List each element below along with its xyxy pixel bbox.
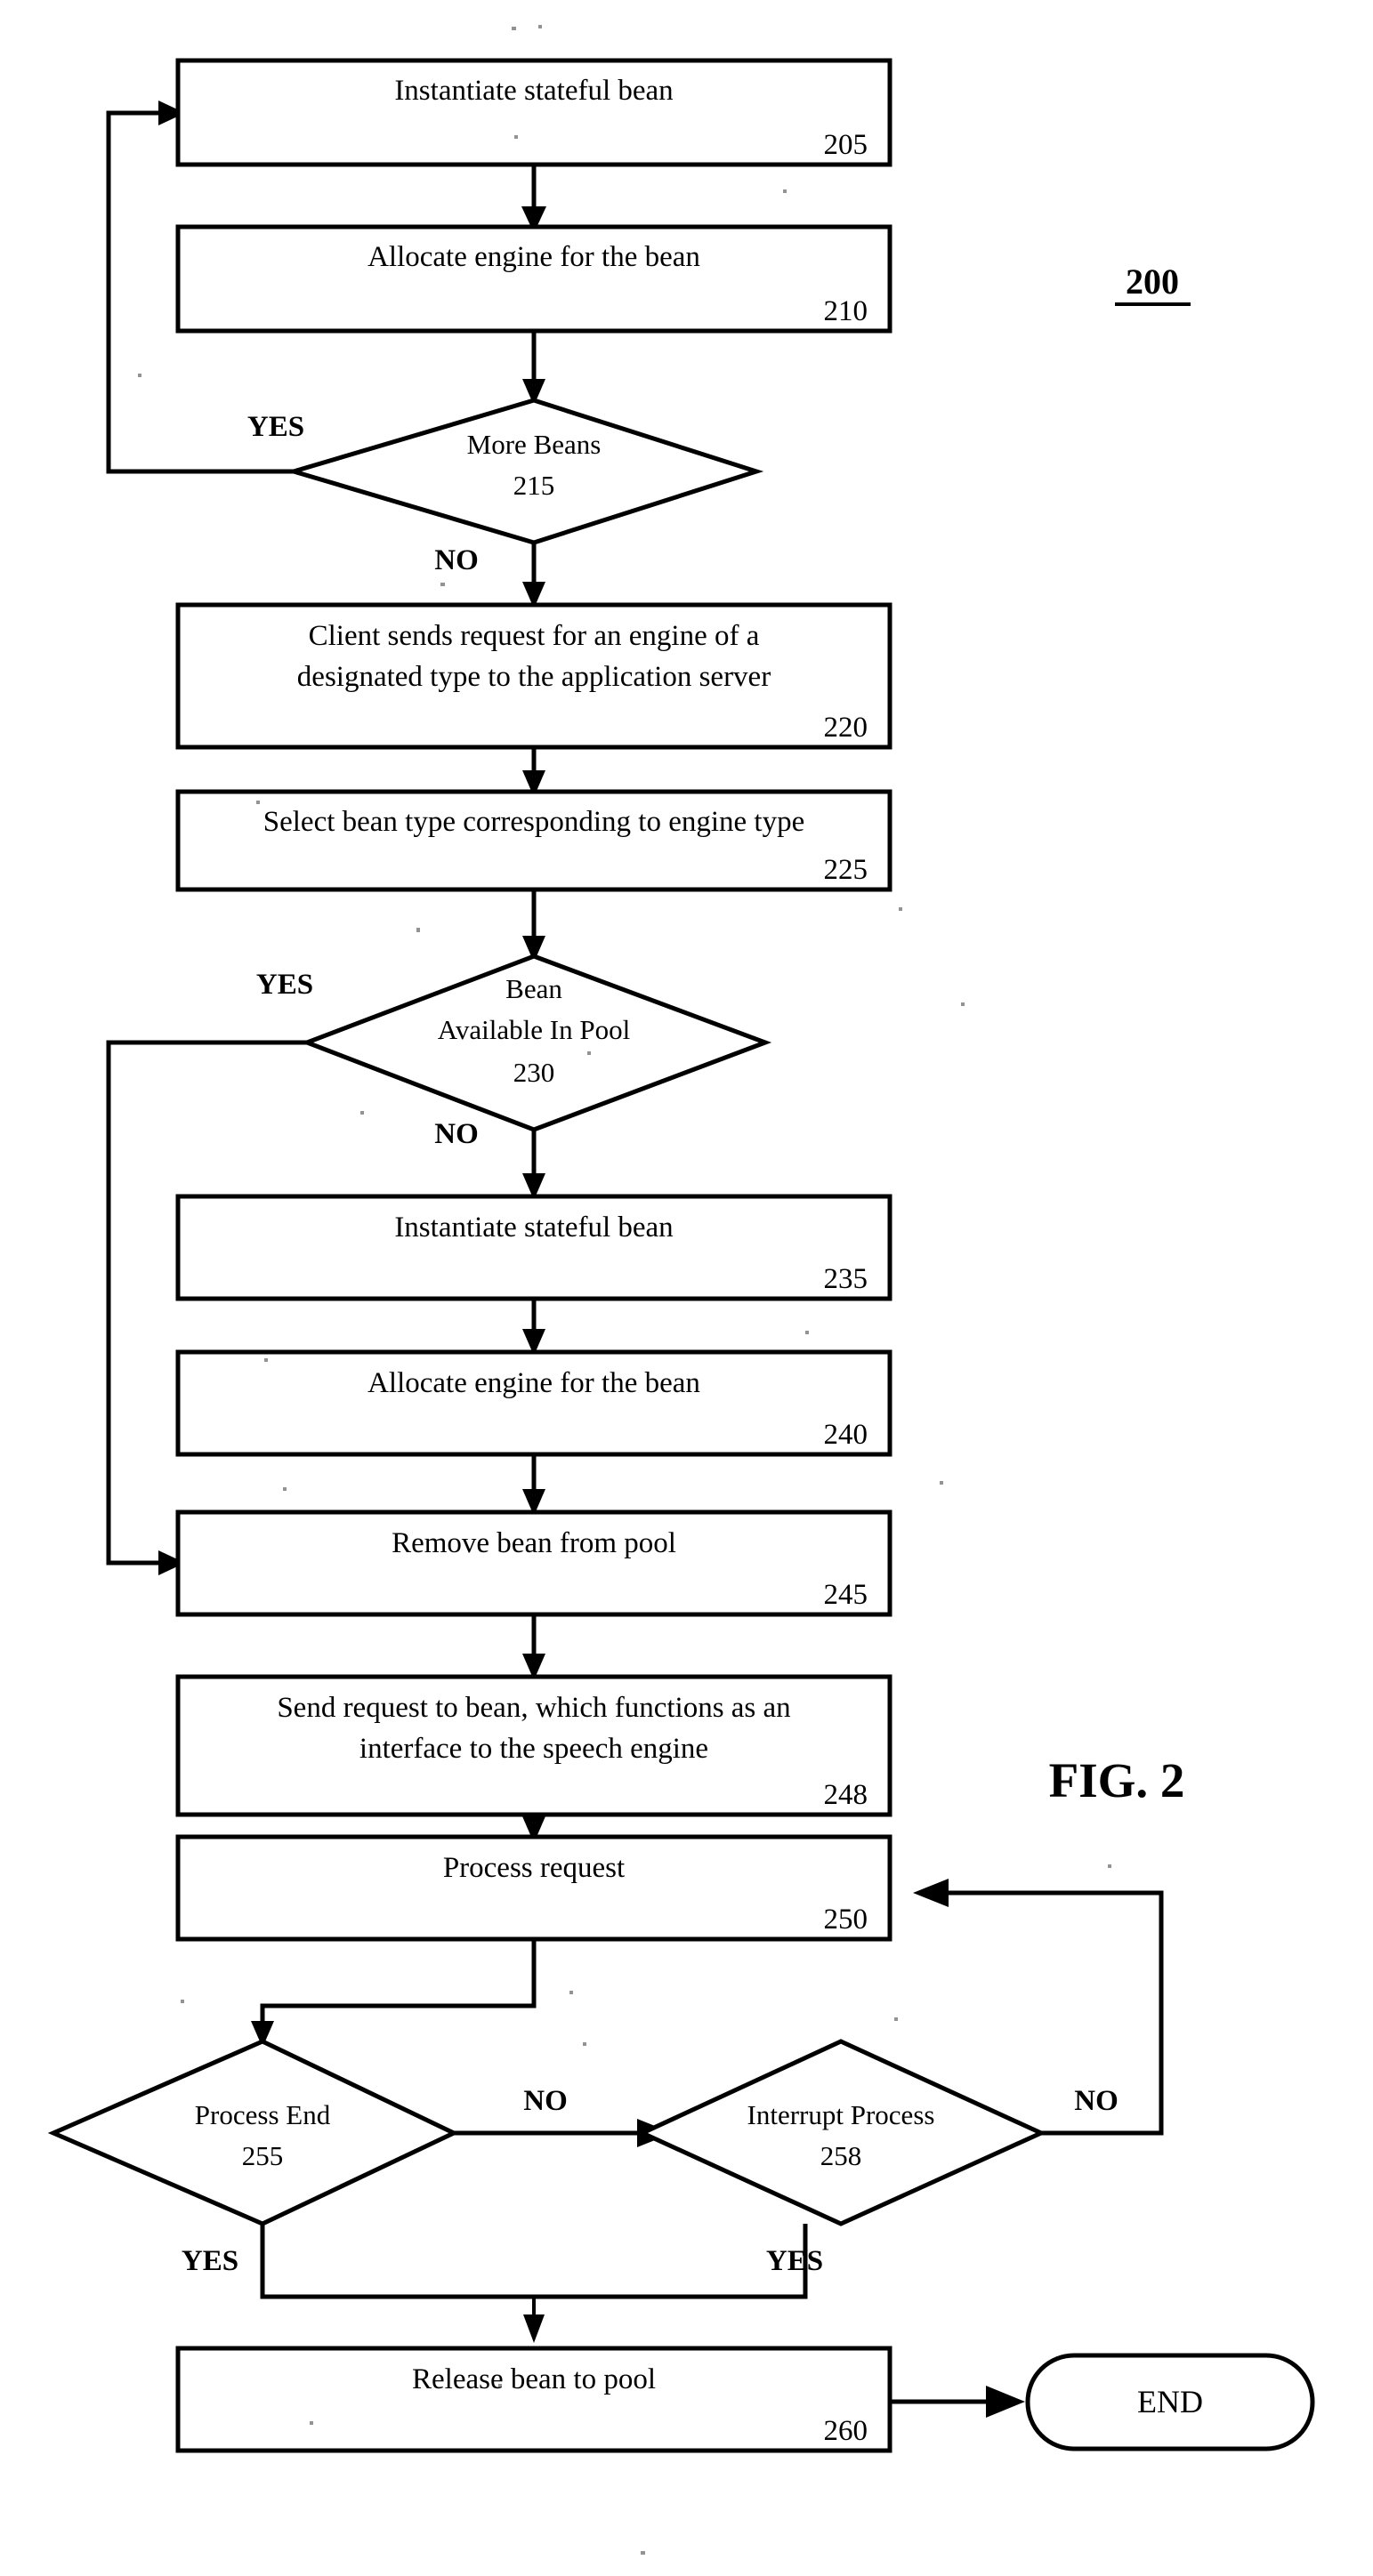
edge-label-255-no: NO bbox=[523, 2085, 568, 2117]
edge-label-258-no: NO bbox=[1074, 2085, 1119, 2117]
edge-label-230-no: NO bbox=[434, 1118, 479, 1150]
figure-page: Instantiate stateful bean 205 Allocate e… bbox=[0, 0, 1373, 2576]
node-255-process-end-decision[interactable]: Process End 255 bbox=[47, 2039, 459, 2226]
edge-label-215-no: NO bbox=[434, 544, 479, 576]
node-248-send-request-to-bean[interactable]: Send request to bean, which functions as… bbox=[175, 1674, 892, 1817]
node-245-remove-bean-from-pool[interactable]: Remove bean from pool 245 bbox=[175, 1509, 892, 1617]
edge-label-230-yes: YES bbox=[256, 969, 313, 1001]
node-205-ref: 205 bbox=[824, 129, 868, 161]
node-250-ref: 250 bbox=[824, 1904, 868, 1936]
edge-260-to-end bbox=[890, 2386, 1025, 2418]
node-220-client-sends-request[interactable]: Client sends request for an engine of a … bbox=[175, 602, 892, 750]
edge-215-no-to-220 bbox=[522, 543, 545, 608]
node-end-terminator[interactable]: END bbox=[1025, 2353, 1315, 2451]
edge-label-255-yes: YES bbox=[182, 2245, 238, 2277]
node-260-label: Release bean to pool bbox=[412, 2363, 656, 2395]
edge-205-to-210 bbox=[521, 165, 546, 233]
node-248-label-line1: Send request to bean, which functions as… bbox=[277, 1692, 790, 1724]
node-250-label: Process request bbox=[443, 1852, 625, 1884]
node-210-allocate-engine[interactable]: Allocate engine for the bean 210 bbox=[175, 224, 892, 334]
node-245-ref: 245 bbox=[824, 1579, 868, 1611]
node-240-allocate-engine[interactable]: Allocate engine for the bean 240 bbox=[175, 1349, 892, 1457]
edge-250-to-255 bbox=[251, 1939, 537, 2048]
node-end-label: END bbox=[1137, 2384, 1203, 2419]
node-230-label-line2: Available In Pool bbox=[438, 1014, 630, 1045]
node-225-select-bean-type[interactable]: Select bean type corresponding to engine… bbox=[175, 789, 892, 892]
node-235-label: Instantiate stateful bean bbox=[394, 1212, 673, 1244]
edge-230-yes-to-245 bbox=[106, 1040, 307, 1575]
edge-230-no-to-235 bbox=[522, 1130, 545, 1200]
edge-245-to-248 bbox=[522, 1614, 545, 1680]
node-210-label: Allocate engine for the bean bbox=[367, 241, 700, 273]
edge-235-to-240 bbox=[522, 1299, 545, 1356]
edge-210-to-215 bbox=[522, 331, 545, 406]
flowchart-diagram: Instantiate stateful bean 205 Allocate e… bbox=[47, 25, 1315, 2555]
node-205-instantiate-stateful-bean[interactable]: Instantiate stateful bean 205 bbox=[175, 58, 892, 167]
edge-label-258-yes: YES bbox=[766, 2245, 823, 2277]
node-248-label-line2: interface to the speech engine bbox=[359, 1733, 708, 1765]
node-260-release-bean-to-pool[interactable]: Release bean to pool 260 bbox=[175, 2346, 892, 2453]
node-225-label: Select bean type corresponding to engine… bbox=[263, 806, 804, 838]
node-240-label: Allocate engine for the bean bbox=[367, 1367, 700, 1399]
node-240-ref: 240 bbox=[824, 1419, 868, 1451]
node-245-label: Remove bean from pool bbox=[392, 1527, 676, 1559]
node-255-ref: 255 bbox=[242, 2140, 284, 2171]
node-235-instantiate-stateful-bean[interactable]: Instantiate stateful bean 235 bbox=[175, 1194, 892, 1301]
node-220-label-line2: designated type to the application serve… bbox=[297, 661, 771, 693]
edge-255-258-yes-to-260 bbox=[260, 2224, 808, 2343]
node-258-label: Interrupt Process bbox=[747, 2099, 935, 2130]
node-215-more-beans-decision[interactable]: More Beans 215 bbox=[286, 398, 764, 545]
figure-number-text: 200 bbox=[1126, 262, 1179, 302]
node-230-bean-available-in-pool-decision[interactable]: Bean Available In Pool 230 bbox=[300, 954, 772, 1132]
node-248-ref: 248 bbox=[824, 1779, 868, 1811]
node-210-ref: 210 bbox=[824, 295, 868, 327]
node-230-ref: 230 bbox=[513, 1057, 555, 1088]
node-260-ref: 260 bbox=[824, 2415, 868, 2447]
node-225-ref: 225 bbox=[824, 854, 868, 886]
edge-240-to-245 bbox=[522, 1454, 545, 1516]
node-255-label: Process End bbox=[195, 2099, 331, 2130]
edge-label-215-yes: YES bbox=[247, 411, 304, 443]
figure-caption: FIG. 2 bbox=[1049, 1753, 1185, 1807]
node-220-label-line1: Client sends request for an engine of a bbox=[309, 620, 760, 652]
node-258-ref: 258 bbox=[820, 2140, 862, 2171]
node-205-label: Instantiate stateful bean bbox=[394, 75, 673, 107]
edge-225-to-230 bbox=[522, 890, 545, 962]
node-250-process-request[interactable]: Process request 250 bbox=[175, 1834, 892, 1942]
node-215-label-line1: More Beans bbox=[467, 429, 602, 460]
node-258-interrupt-process-decision[interactable]: Interrupt Process 258 bbox=[637, 2039, 1047, 2226]
node-230-label-line1: Bean bbox=[505, 973, 562, 1004]
figure-number-200: 200 bbox=[1115, 262, 1191, 306]
node-220-ref: 220 bbox=[824, 712, 868, 744]
node-235-ref: 235 bbox=[824, 1263, 868, 1295]
node-215-ref: 215 bbox=[513, 470, 555, 501]
